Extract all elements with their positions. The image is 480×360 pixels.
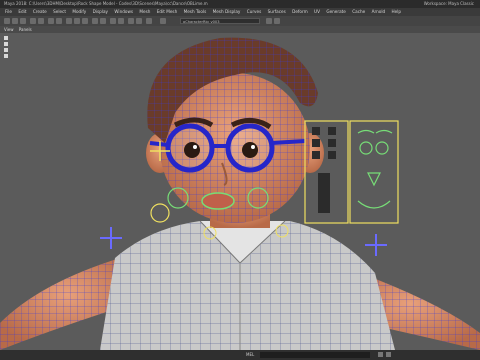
menu-select[interactable]: Select <box>53 8 66 16</box>
exposure-icon[interactable] <box>160 18 166 24</box>
viewport[interactable] <box>0 33 480 350</box>
workspace-label[interactable]: Workspace: Maya Classic <box>424 0 474 8</box>
color-mgmt-icon[interactable] <box>274 18 280 24</box>
grid-icon[interactable] <box>48 18 54 24</box>
tool-move-icon[interactable] <box>4 42 8 46</box>
menu-bar: File Edit Create Select Modify Display W… <box>0 8 480 16</box>
select-tool-icon[interactable] <box>4 18 10 24</box>
face-control-board <box>304 120 399 224</box>
smooth-shade-icon[interactable] <box>74 18 80 24</box>
title-bar: Maya 2018: C:\Users\3DHM\Desktop\Rock Sh… <box>0 0 480 8</box>
menu-uv[interactable]: UV <box>314 8 320 16</box>
camera-field[interactable]: oCharacterRig_v003 <box>180 18 260 24</box>
menu-deform[interactable]: Deform <box>292 8 308 16</box>
right-eye <box>242 142 258 158</box>
menu-generate[interactable]: Generate <box>326 8 346 16</box>
dof-icon[interactable] <box>146 18 152 24</box>
viewport-toolbar: oCharacterRig_v003 <box>0 16 480 26</box>
menu-help[interactable]: Help <box>392 8 402 16</box>
menu-modify[interactable]: Modify <box>72 8 86 16</box>
menu-cache[interactable]: Cache <box>352 8 365 16</box>
command-line[interactable] <box>260 352 370 358</box>
tool-rotate-icon[interactable] <box>4 48 8 52</box>
menu-arnold[interactable]: Arnold <box>372 8 386 16</box>
mel-label[interactable]: MEL <box>246 350 254 360</box>
window-title: Maya 2018: C:\Users\3DHM\Desktop\Rock Sh… <box>4 1 208 6</box>
menu-display[interactable]: Display <box>93 8 108 16</box>
left-eye-highlight <box>193 145 197 149</box>
camera-icon[interactable] <box>30 18 36 24</box>
status-bar: MEL <box>0 350 480 360</box>
tool-select-icon[interactable] <box>4 36 8 40</box>
paint-tool-icon[interactable] <box>20 18 26 24</box>
panel-view[interactable]: View <box>4 27 14 32</box>
menu-mesh-display[interactable]: Mesh Display <box>213 8 241 16</box>
mouth <box>201 192 235 210</box>
lasso-tool-icon[interactable] <box>12 18 18 24</box>
lights-icon[interactable] <box>92 18 98 24</box>
wireframe-icon[interactable] <box>66 18 72 24</box>
feedback-icon[interactable] <box>386 352 391 357</box>
menu-curves[interactable]: Curves <box>247 8 262 16</box>
shirt-mesh <box>100 220 395 350</box>
film-gate-icon[interactable] <box>56 18 62 24</box>
menu-create[interactable]: Create <box>33 8 47 16</box>
panel-menu: View Panels <box>0 26 480 33</box>
menu-windows[interactable]: Windows <box>114 8 133 16</box>
left-eye <box>184 142 200 158</box>
gamma-icon[interactable] <box>266 18 272 24</box>
menu-mesh[interactable]: Mesh <box>139 8 150 16</box>
script-editor-icon[interactable] <box>378 352 383 357</box>
bookmark-icon[interactable] <box>38 18 44 24</box>
shadows-icon[interactable] <box>100 18 106 24</box>
ssao-icon[interactable] <box>128 18 134 24</box>
xray-icon[interactable] <box>110 18 116 24</box>
isolate-icon[interactable] <box>118 18 124 24</box>
aa-icon[interactable] <box>136 18 142 24</box>
panel-panels[interactable]: Panels <box>19 27 32 32</box>
viewport-scene <box>0 37 480 350</box>
menu-file[interactable]: File <box>5 8 12 16</box>
side-toolbox <box>4 36 10 60</box>
tool-scale-icon[interactable] <box>4 54 8 58</box>
menu-mesh-tools[interactable]: Mesh Tools <box>184 8 207 16</box>
menu-edit[interactable]: Edit <box>18 8 26 16</box>
menu-surfaces[interactable]: Surfaces <box>268 8 286 16</box>
textured-icon[interactable] <box>82 18 88 24</box>
right-eye-highlight <box>251 145 255 149</box>
menu-edit-mesh[interactable]: Edit Mesh <box>157 8 177 16</box>
